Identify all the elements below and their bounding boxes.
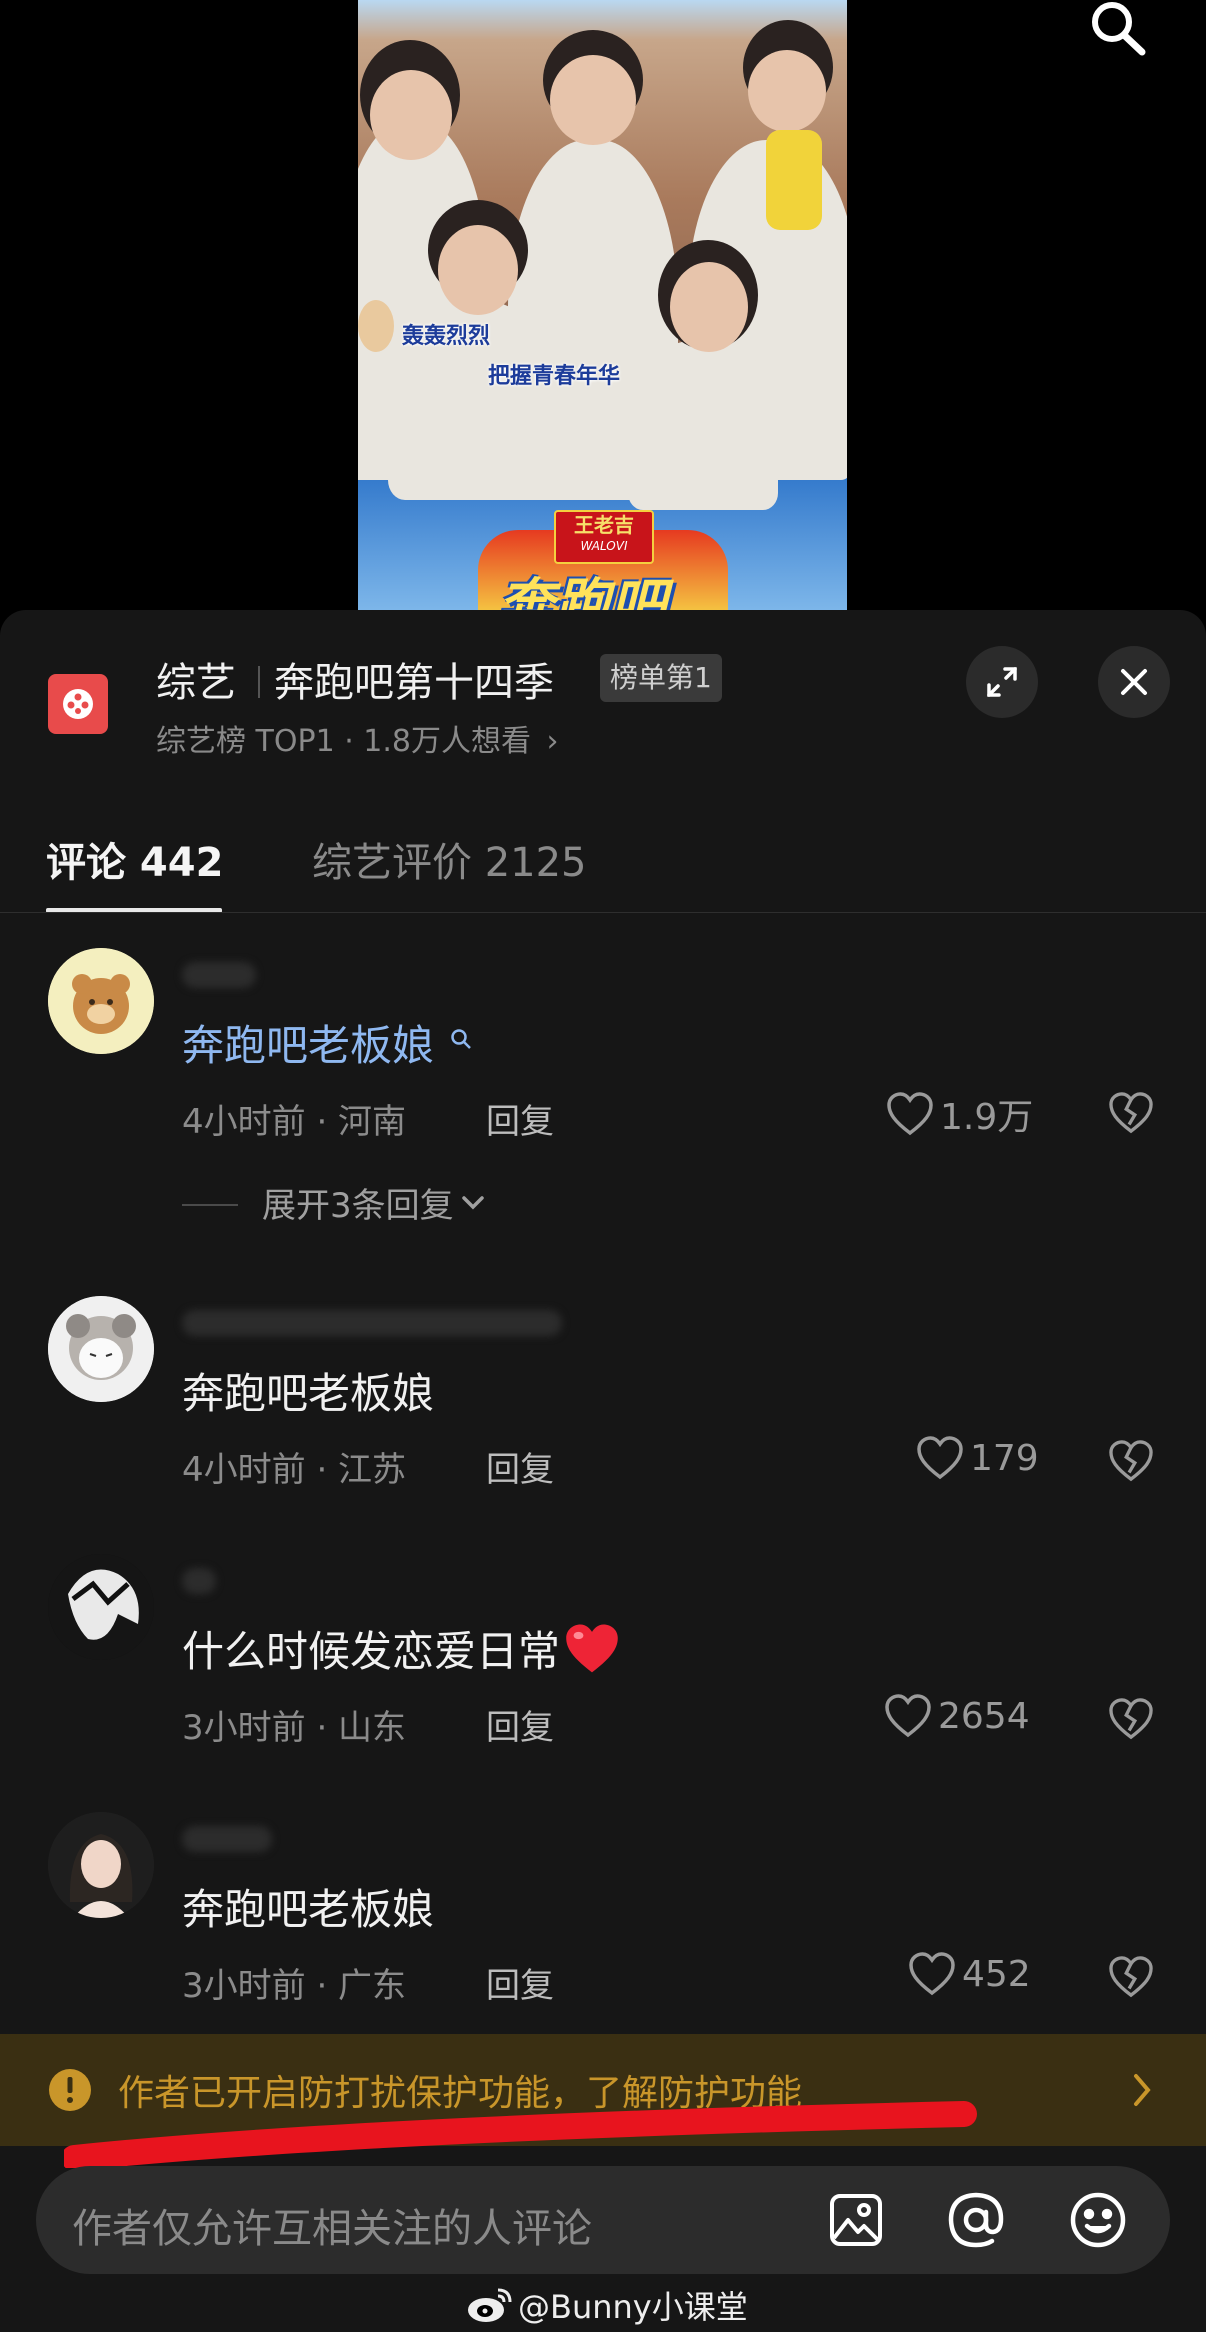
video-subtitle-2: 把握青春年华 <box>488 364 621 389</box>
comment-item: 奔跑吧老板娘 4小时前 · 江苏 回复 179 <box>0 1296 1206 1496</box>
heart-icon <box>887 1092 933 1136</box>
reply-button[interactable]: 回复 <box>486 1958 554 2007</box>
category-label[interactable]: 综艺 <box>156 650 236 708</box>
expand-replies-button[interactable]: 展开3条回复 <box>262 1178 486 1227</box>
watermark-text: @Bunny小课堂 <box>518 2288 748 2326</box>
chevron-right-icon <box>1130 2072 1154 2112</box>
tab-variety-reviews[interactable]: 综艺评价 2125 <box>312 830 587 888</box>
comment-meta: 4小时前 · 河南 <box>182 1102 407 1142</box>
weibo-icon <box>468 2288 512 2322</box>
comment-text: 奔跑吧老板娘 <box>182 1369 435 1418</box>
red-annotation-stroke <box>61 2088 984 2172</box>
show-sub-info[interactable]: 综艺榜 TOP1 · 1.8万人想看 › <box>156 716 559 760</box>
dislike-heart-icon[interactable] <box>1108 1440 1154 1486</box>
comment-item: 奔跑吧老板娘 4小时前 · 河南 回复 1.9万 展开3条回复 <box>0 948 1206 1226</box>
comment-meta: 4小时前 · 江苏 <box>182 1450 407 1490</box>
search-icon[interactable] <box>1086 0 1146 60</box>
comment-meta: 3小时前 · 广东 <box>182 1966 407 2006</box>
show-logo-text: 奔跑吧 <box>498 573 666 612</box>
app-icon <box>48 674 108 734</box>
emoji-icon[interactable] <box>1068 2190 1128 2254</box>
heart-icon <box>885 1694 931 1738</box>
rank-badge: 榜单第1 <box>600 654 722 702</box>
title-divider <box>258 666 260 698</box>
video-player[interactable]: 轰轰烈烈 把握青春年华 王老吉 WALOVI 奔跑吧 <box>358 0 847 612</box>
username-blurred[interactable] <box>182 1568 216 1594</box>
avatar[interactable] <box>48 1296 154 1402</box>
comment-text: 奔跑吧老板娘 <box>182 1012 473 1073</box>
reply-button[interactable]: 回复 <box>486 1700 554 1749</box>
comment-input-bar[interactable]: 作者仅允许互相关注的人评论 <box>36 2166 1170 2274</box>
video-subtitle-1: 轰轰烈烈 <box>402 324 491 349</box>
avatar[interactable] <box>48 1812 154 1918</box>
chevron-down-icon <box>461 1195 484 1209</box>
dislike-heart-icon[interactable] <box>1108 1956 1154 2002</box>
heart-icon <box>917 1436 963 1480</box>
tabs-divider <box>0 912 1206 913</box>
dislike-heart-icon[interactable] <box>1108 1092 1154 1138</box>
red-heart-emoji-icon <box>566 1623 618 1672</box>
expand-divider <box>182 1204 238 1206</box>
tab-comments[interactable]: 评论 442 <box>46 830 223 888</box>
show-title[interactable]: 奔跑吧第十四季 <box>274 650 554 708</box>
search-icon[interactable] <box>449 1012 473 1061</box>
comment-text: 奔跑吧老板娘 <box>182 1885 435 1934</box>
comment-item: 奔跑吧老板娘 3小时前 · 广东 回复 452 <box>0 1812 1206 2012</box>
sponsor-badge: 王老吉 WALOVI <box>554 510 654 564</box>
comment-item: 什么时候发恋爱日常 3小时前 · 山东 回复 2654 <box>0 1554 1206 1754</box>
username-blurred[interactable] <box>182 1826 272 1852</box>
chevron-right-small-icon: › <box>546 724 559 759</box>
watermark: @Bunny小课堂 <box>466 2282 748 2328</box>
expand-icon[interactable] <box>966 646 1038 718</box>
avatar[interactable] <box>48 1554 154 1660</box>
like-button[interactable]: 1.9万 <box>886 1088 1033 1140</box>
comment-input-placeholder[interactable]: 作者仅允许互相关注的人评论 <box>72 2196 592 2254</box>
close-icon[interactable] <box>1098 646 1170 718</box>
username-blurred[interactable] <box>182 962 256 988</box>
like-button[interactable]: 2654 <box>884 1694 1030 1738</box>
avatar[interactable] <box>48 948 154 1054</box>
comment-meta: 3小时前 · 山东 <box>182 1708 407 1748</box>
reply-button[interactable]: 回复 <box>486 1094 554 1143</box>
dislike-heart-icon[interactable] <box>1108 1698 1154 1744</box>
reply-button[interactable]: 回复 <box>486 1442 554 1491</box>
username-blurred[interactable] <box>182 1310 562 1336</box>
at-icon[interactable] <box>946 2190 1006 2254</box>
like-button[interactable]: 452 <box>908 1952 1031 1996</box>
comment-text: 什么时候发恋爱日常 <box>182 1618 622 1679</box>
like-button[interactable]: 179 <box>916 1436 1039 1480</box>
heart-icon <box>909 1952 955 1996</box>
image-icon[interactable] <box>826 2190 886 2254</box>
